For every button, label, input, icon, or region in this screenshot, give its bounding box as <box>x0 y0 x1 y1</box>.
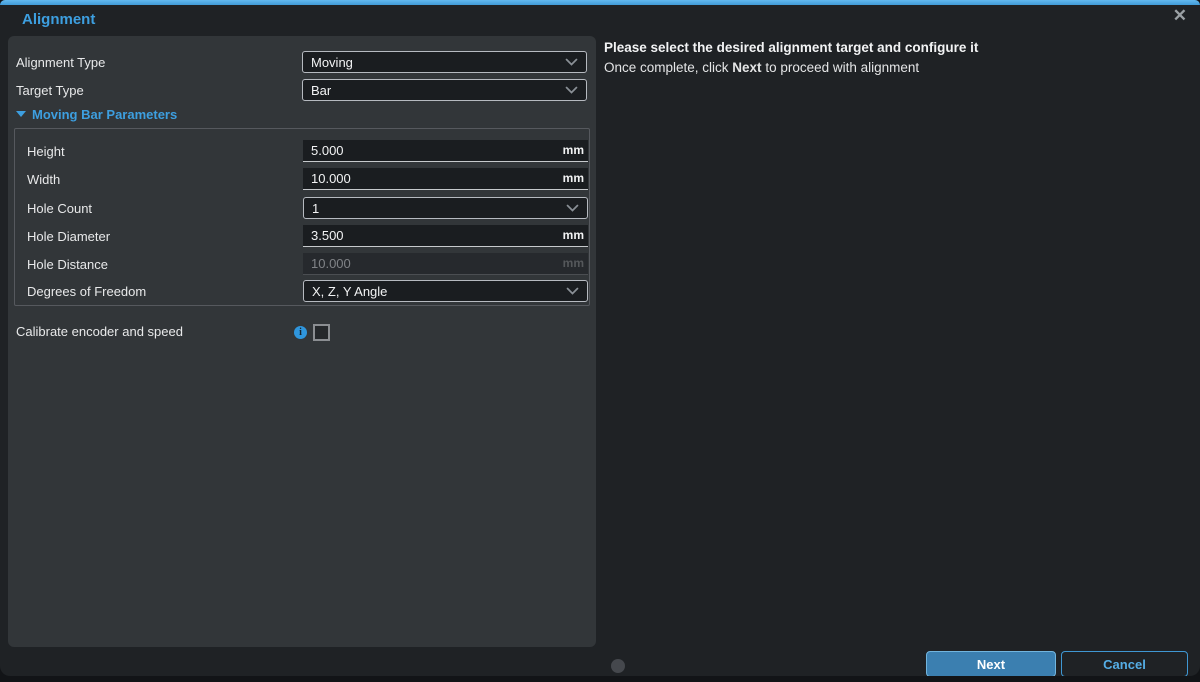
chevron-down-icon <box>565 58 578 67</box>
height-field-wrap: mm <box>303 140 588 162</box>
chevron-down-icon <box>566 204 579 213</box>
height-row: Height mm <box>27 140 588 162</box>
degrees-of-freedom-row: Degrees of Freedom X, Z, Y Angle <box>27 280 588 302</box>
section-title: Moving Bar Parameters <box>32 107 177 122</box>
parameters-panel: Alignment Type Moving Target Type Bar <box>8 36 596 647</box>
alignment-type-dropdown[interactable]: Moving <box>302 51 587 73</box>
page-indicator-dot <box>611 659 625 673</box>
height-input[interactable] <box>303 140 588 162</box>
hole-diameter-row: Hole Diameter mm <box>27 225 588 247</box>
width-unit: mm <box>563 171 584 185</box>
width-input[interactable] <box>303 168 588 190</box>
alignment-type-label: Alignment Type <box>16 51 105 73</box>
width-row: Width mm <box>27 168 588 190</box>
cancel-button[interactable]: Cancel <box>1061 651 1188 676</box>
degrees-of-freedom-dropdown[interactable]: X, Z, Y Angle <box>303 280 588 302</box>
moving-bar-parameters-group: Height mm Width mm <box>14 128 590 306</box>
instructions-line2-next: Next <box>732 60 761 75</box>
hole-distance-unit: mm <box>563 256 584 270</box>
instructions-line1: Please select the desired alignment targ… <box>604 38 978 58</box>
target-type-label: Target Type <box>16 79 84 101</box>
close-icon[interactable]: ✕ <box>1173 6 1187 26</box>
calibrate-checkbox[interactable] <box>313 324 330 341</box>
instructions: Please select the desired alignment targ… <box>604 38 978 78</box>
height-unit: mm <box>563 143 584 157</box>
alignment-type-value: Moving <box>311 55 353 70</box>
hole-diameter-label: Hole Diameter <box>27 225 110 247</box>
width-field-wrap: mm <box>303 168 588 190</box>
target-type-value: Bar <box>311 83 331 98</box>
hole-count-row: Hole Count 1 <box>27 197 588 219</box>
height-label: Height <box>27 140 65 162</box>
instructions-line2: Once complete, click Next to proceed wit… <box>604 58 978 78</box>
calibrate-row: Calibrate encoder and speed i <box>16 324 588 342</box>
dialog-accent-bar <box>0 0 1200 5</box>
hole-distance-field-wrap: mm <box>303 253 588 275</box>
hole-distance-label: Hole Distance <box>27 253 108 275</box>
dialog-title: Alignment <box>22 11 95 28</box>
degrees-of-freedom-label: Degrees of Freedom <box>27 280 146 302</box>
alignment-dialog: Alignment ✕ Alignment Type Moving Target… <box>0 0 1200 676</box>
instructions-line2-prefix: Once complete, click <box>604 60 732 75</box>
hole-diameter-unit: mm <box>563 228 584 242</box>
hole-count-dropdown[interactable]: 1 <box>303 197 588 219</box>
hole-count-value: 1 <box>312 201 319 216</box>
calibrate-label: Calibrate encoder and speed <box>16 324 183 339</box>
hole-distance-input <box>303 253 588 275</box>
info-icon[interactable]: i <box>294 326 307 339</box>
hole-diameter-input[interactable] <box>303 225 588 247</box>
chevron-down-icon <box>566 287 579 296</box>
target-type-row: Target Type Bar <box>16 79 588 101</box>
hole-diameter-field-wrap: mm <box>303 225 588 247</box>
next-button[interactable]: Next <box>926 651 1056 676</box>
instructions-line2-suffix: to proceed with alignment <box>762 60 920 75</box>
chevron-down-icon <box>565 86 578 95</box>
hole-distance-row: Hole Distance mm <box>27 253 588 275</box>
degrees-of-freedom-value: X, Z, Y Angle <box>312 284 387 299</box>
triangle-down-icon <box>16 111 26 117</box>
target-type-dropdown[interactable]: Bar <box>302 79 587 101</box>
width-label: Width <box>27 168 60 190</box>
hole-count-label: Hole Count <box>27 197 92 219</box>
moving-bar-parameters-section-toggle[interactable]: Moving Bar Parameters <box>16 106 177 122</box>
alignment-type-row: Alignment Type Moving <box>16 51 588 73</box>
